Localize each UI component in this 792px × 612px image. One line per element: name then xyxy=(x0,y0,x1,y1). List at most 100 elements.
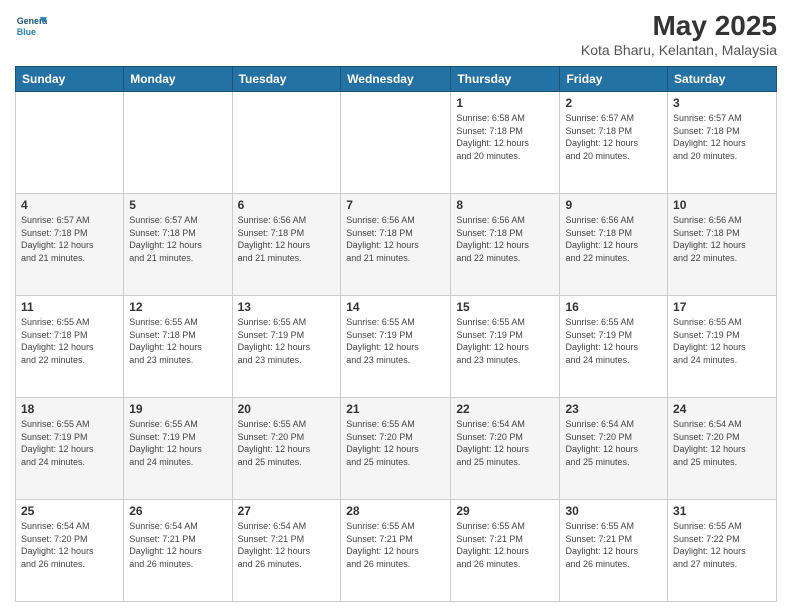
day-header-thursday: Thursday xyxy=(451,67,560,92)
day-info: Sunrise: 6:54 AM Sunset: 7:20 PM Dayligh… xyxy=(565,418,662,468)
calendar-cell: 27 Sunrise: 6:54 AM Sunset: 7:21 PM Dayli… xyxy=(232,500,341,602)
day-info: Sunrise: 6:55 AM Sunset: 7:18 PM Dayligh… xyxy=(129,316,226,366)
day-info: Sunrise: 6:57 AM Sunset: 7:18 PM Dayligh… xyxy=(673,112,771,162)
day-info: Sunrise: 6:55 AM Sunset: 7:20 PM Dayligh… xyxy=(238,418,336,468)
day-number: 17 xyxy=(673,300,771,314)
calendar-cell: 5 Sunrise: 6:57 AM Sunset: 7:18 PM Daylig… xyxy=(124,194,232,296)
calendar-cell: 3 Sunrise: 6:57 AM Sunset: 7:18 PM Daylig… xyxy=(668,92,777,194)
day-number: 5 xyxy=(129,198,226,212)
calendar-cell xyxy=(124,92,232,194)
day-number: 13 xyxy=(238,300,336,314)
day-info: Sunrise: 6:54 AM Sunset: 7:21 PM Dayligh… xyxy=(238,520,336,570)
day-info: Sunrise: 6:56 AM Sunset: 7:18 PM Dayligh… xyxy=(238,214,336,264)
day-info: Sunrise: 6:55 AM Sunset: 7:19 PM Dayligh… xyxy=(565,316,662,366)
day-header-tuesday: Tuesday xyxy=(232,67,341,92)
day-number: 6 xyxy=(238,198,336,212)
calendar-cell: 19 Sunrise: 6:55 AM Sunset: 7:19 PM Dayli… xyxy=(124,398,232,500)
day-info: Sunrise: 6:58 AM Sunset: 7:18 PM Dayligh… xyxy=(456,112,554,162)
week-row-5: 25 Sunrise: 6:54 AM Sunset: 7:20 PM Dayli… xyxy=(16,500,777,602)
day-info: Sunrise: 6:55 AM Sunset: 7:21 PM Dayligh… xyxy=(456,520,554,570)
calendar-cell: 11 Sunrise: 6:55 AM Sunset: 7:18 PM Dayli… xyxy=(16,296,124,398)
calendar-cell: 22 Sunrise: 6:54 AM Sunset: 7:20 PM Dayli… xyxy=(451,398,560,500)
calendar-cell: 29 Sunrise: 6:55 AM Sunset: 7:21 PM Dayli… xyxy=(451,500,560,602)
day-info: Sunrise: 6:57 AM Sunset: 7:18 PM Dayligh… xyxy=(565,112,662,162)
day-info: Sunrise: 6:57 AM Sunset: 7:18 PM Dayligh… xyxy=(129,214,226,264)
day-info: Sunrise: 6:55 AM Sunset: 7:19 PM Dayligh… xyxy=(129,418,226,468)
calendar-cell: 9 Sunrise: 6:56 AM Sunset: 7:18 PM Daylig… xyxy=(560,194,668,296)
day-info: Sunrise: 6:54 AM Sunset: 7:20 PM Dayligh… xyxy=(21,520,118,570)
day-number: 26 xyxy=(129,504,226,518)
day-number: 9 xyxy=(565,198,662,212)
day-info: Sunrise: 6:55 AM Sunset: 7:19 PM Dayligh… xyxy=(456,316,554,366)
day-info: Sunrise: 6:54 AM Sunset: 7:20 PM Dayligh… xyxy=(456,418,554,468)
week-row-1: 1 Sunrise: 6:58 AM Sunset: 7:18 PM Daylig… xyxy=(16,92,777,194)
calendar-cell: 15 Sunrise: 6:55 AM Sunset: 7:19 PM Dayli… xyxy=(451,296,560,398)
day-header-saturday: Saturday xyxy=(668,67,777,92)
day-number: 31 xyxy=(673,504,771,518)
week-row-3: 11 Sunrise: 6:55 AM Sunset: 7:18 PM Dayli… xyxy=(16,296,777,398)
day-info: Sunrise: 6:55 AM Sunset: 7:20 PM Dayligh… xyxy=(346,418,445,468)
day-info: Sunrise: 6:56 AM Sunset: 7:18 PM Dayligh… xyxy=(346,214,445,264)
svg-text:Blue: Blue xyxy=(17,27,36,37)
day-info: Sunrise: 6:55 AM Sunset: 7:19 PM Dayligh… xyxy=(21,418,118,468)
header-row: SundayMondayTuesdayWednesdayThursdayFrid… xyxy=(16,67,777,92)
calendar-cell xyxy=(232,92,341,194)
day-number: 25 xyxy=(21,504,118,518)
day-number: 2 xyxy=(565,96,662,110)
calendar-cell: 21 Sunrise: 6:55 AM Sunset: 7:20 PM Dayli… xyxy=(341,398,451,500)
calendar-cell xyxy=(341,92,451,194)
day-info: Sunrise: 6:55 AM Sunset: 7:19 PM Dayligh… xyxy=(673,316,771,366)
day-number: 28 xyxy=(346,504,445,518)
day-number: 21 xyxy=(346,402,445,416)
day-number: 27 xyxy=(238,504,336,518)
main-title: May 2025 xyxy=(581,10,777,42)
day-number: 16 xyxy=(565,300,662,314)
calendar-cell: 20 Sunrise: 6:55 AM Sunset: 7:20 PM Dayli… xyxy=(232,398,341,500)
day-number: 12 xyxy=(129,300,226,314)
day-number: 8 xyxy=(456,198,554,212)
day-number: 24 xyxy=(673,402,771,416)
calendar-cell: 14Sunrise: 6:55 AM Sunset: 7:19 PM Dayli… xyxy=(341,296,451,398)
day-number: 10 xyxy=(673,198,771,212)
calendar-table: SundayMondayTuesdayWednesdayThursdayFrid… xyxy=(15,66,777,602)
calendar-cell: 16 Sunrise: 6:55 AM Sunset: 7:19 PM Dayli… xyxy=(560,296,668,398)
day-number: 1 xyxy=(456,96,554,110)
day-info: Sunrise: 6:55 AM Sunset: 7:21 PM Dayligh… xyxy=(565,520,662,570)
calendar-cell: 18Sunrise: 6:55 AM Sunset: 7:19 PM Dayli… xyxy=(16,398,124,500)
day-header-friday: Friday xyxy=(560,67,668,92)
day-number: 3 xyxy=(673,96,771,110)
calendar-cell: 28 Sunrise: 6:55 AM Sunset: 7:21 PM Dayli… xyxy=(341,500,451,602)
day-number: 20 xyxy=(238,402,336,416)
calendar-cell: 31Sunrise: 6:55 AM Sunset: 7:22 PM Dayli… xyxy=(668,500,777,602)
logo-icon: General Blue xyxy=(15,10,47,42)
title-section: May 2025 Kota Bharu, Kelantan, Malaysia xyxy=(581,10,777,58)
calendar-cell: 23Sunrise: 6:54 AM Sunset: 7:20 PM Dayli… xyxy=(560,398,668,500)
day-info: Sunrise: 6:57 AM Sunset: 7:18 PM Dayligh… xyxy=(21,214,118,264)
logo: General Blue xyxy=(15,10,47,42)
day-info: Sunrise: 6:56 AM Sunset: 7:18 PM Dayligh… xyxy=(565,214,662,264)
day-info: Sunrise: 6:55 AM Sunset: 7:21 PM Dayligh… xyxy=(346,520,445,570)
day-number: 11 xyxy=(21,300,118,314)
day-info: Sunrise: 6:55 AM Sunset: 7:19 PM Dayligh… xyxy=(238,316,336,366)
calendar-cell: 26Sunrise: 6:54 AM Sunset: 7:21 PM Dayli… xyxy=(124,500,232,602)
week-row-2: 4Sunrise: 6:57 AM Sunset: 7:18 PM Daylig… xyxy=(16,194,777,296)
day-info: Sunrise: 6:56 AM Sunset: 7:18 PM Dayligh… xyxy=(456,214,554,264)
calendar-cell: 24 Sunrise: 6:54 AM Sunset: 7:20 PM Dayli… xyxy=(668,398,777,500)
calendar-cell: 1 Sunrise: 6:58 AM Sunset: 7:18 PM Daylig… xyxy=(451,92,560,194)
calendar-cell: 7Sunrise: 6:56 AM Sunset: 7:18 PM Daylig… xyxy=(341,194,451,296)
calendar-cell: 13 Sunrise: 6:55 AM Sunset: 7:19 PM Dayli… xyxy=(232,296,341,398)
header: General Blue May 2025 Kota Bharu, Kelant… xyxy=(15,10,777,58)
day-number: 19 xyxy=(129,402,226,416)
calendar-cell: 25 Sunrise: 6:54 AM Sunset: 7:20 PM Dayli… xyxy=(16,500,124,602)
week-row-4: 18Sunrise: 6:55 AM Sunset: 7:19 PM Dayli… xyxy=(16,398,777,500)
day-number: 29 xyxy=(456,504,554,518)
calendar-cell: 8 Sunrise: 6:56 AM Sunset: 7:18 PM Daylig… xyxy=(451,194,560,296)
page: General Blue May 2025 Kota Bharu, Kelant… xyxy=(0,0,792,612)
calendar-cell: 17 Sunrise: 6:55 AM Sunset: 7:19 PM Dayli… xyxy=(668,296,777,398)
day-header-monday: Monday xyxy=(124,67,232,92)
day-number: 15 xyxy=(456,300,554,314)
day-info: Sunrise: 6:55 AM Sunset: 7:18 PM Dayligh… xyxy=(21,316,118,366)
day-info: Sunrise: 6:56 AM Sunset: 7:18 PM Dayligh… xyxy=(673,214,771,264)
day-info: Sunrise: 6:54 AM Sunset: 7:20 PM Dayligh… xyxy=(673,418,771,468)
day-number: 22 xyxy=(456,402,554,416)
